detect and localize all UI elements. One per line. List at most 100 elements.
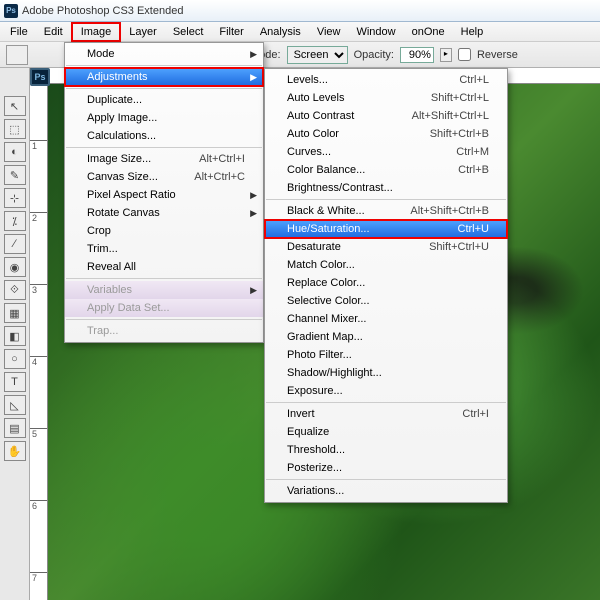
menu-help[interactable]: Help	[453, 24, 492, 40]
menu-item[interactable]: Auto LevelsShift+Ctrl+L	[265, 89, 507, 107]
tool-button[interactable]: ✋	[4, 441, 26, 461]
submenu-arrow-icon: ▶	[250, 208, 257, 219]
menu-item[interactable]: Gradient Map...	[265, 328, 507, 346]
menu-item[interactable]: Reveal All	[65, 258, 263, 276]
menu-item-label: Photo Filter...	[287, 349, 489, 361]
tool-preset-button[interactable]	[6, 45, 28, 65]
menu-item-label: Rotate Canvas	[87, 207, 245, 219]
menu-item[interactable]: Match Color...	[265, 256, 507, 274]
menu-item[interactable]: Black & White...Alt+Shift+Ctrl+B	[265, 202, 507, 220]
menu-item[interactable]: DesaturateShift+Ctrl+U	[265, 238, 507, 256]
menu-item[interactable]: Levels...Ctrl+L	[265, 71, 507, 89]
menu-item[interactable]: Trim...	[65, 240, 263, 258]
menu-item[interactable]: Auto ContrastAlt+Shift+Ctrl+L	[265, 107, 507, 125]
menu-item[interactable]: Shadow/Highlight...	[265, 364, 507, 382]
menu-item-label: Auto Contrast	[287, 110, 412, 122]
menu-item[interactable]: Duplicate...	[65, 91, 263, 109]
menu-item[interactable]: Brightness/Contrast...	[265, 179, 507, 197]
mode-select[interactable]: Screen	[287, 46, 348, 64]
tool-button[interactable]: ▦	[4, 303, 26, 323]
menu-item[interactable]: Photo Filter...	[265, 346, 507, 364]
tool-button[interactable]: ⁒	[4, 211, 26, 231]
menu-item[interactable]: Selective Color...	[265, 292, 507, 310]
tool-button[interactable]: ⬚	[4, 119, 26, 139]
menu-item[interactable]: Canvas Size...Alt+Ctrl+C	[65, 168, 263, 186]
menu-analysis[interactable]: Analysis	[252, 24, 309, 40]
menu-item[interactable]: Mode▶	[65, 45, 263, 63]
menu-item[interactable]: Curves...Ctrl+M	[265, 143, 507, 161]
submenu-arrow-icon: ▶	[250, 72, 257, 83]
menu-item-label: Invert	[287, 408, 462, 420]
menu-item[interactable]: InvertCtrl+I	[265, 405, 507, 423]
menu-item[interactable]: Adjustments ▶	[65, 68, 263, 86]
menu-view[interactable]: View	[309, 24, 349, 40]
menu-image[interactable]: Image	[71, 22, 122, 42]
menu-layer[interactable]: Layer	[121, 24, 165, 40]
menu-item[interactable]: Image Size...Alt+Ctrl+I	[65, 150, 263, 168]
opacity-arrow-icon[interactable]: ▸	[440, 48, 452, 62]
menu-item[interactable]: Crop	[65, 222, 263, 240]
menu-item-label: Color Balance...	[287, 164, 458, 176]
menu-item[interactable]: Threshold...	[265, 441, 507, 459]
menu-item-label: Apply Data Set...	[87, 302, 245, 314]
menu-item-label: Calculations...	[87, 130, 245, 142]
menu-filter[interactable]: Filter	[211, 24, 251, 40]
tool-button[interactable]: ↖	[4, 96, 26, 116]
submenu-arrow-icon: ▶	[250, 190, 257, 201]
menu-separator	[66, 88, 262, 89]
menu-item[interactable]: Apply Image...	[65, 109, 263, 127]
tool-button[interactable]: ○	[4, 349, 26, 369]
menu-item[interactable]: Hue/Saturation...Ctrl+U	[265, 220, 507, 238]
image-menu-dropdown: Mode▶Adjustments▶Duplicate...Apply Image…	[64, 42, 264, 343]
tool-button[interactable]: ⊹	[4, 188, 26, 208]
menu-item[interactable]: Replace Color...	[265, 274, 507, 292]
menu-separator	[66, 65, 262, 66]
menu-shortcut: Ctrl+M	[456, 146, 489, 158]
tool-button[interactable]: ▤	[4, 418, 26, 438]
menu-item[interactable]: Pixel Aspect Ratio▶	[65, 186, 263, 204]
menu-item[interactable]: Exposure...	[265, 382, 507, 400]
menu-onone[interactable]: onOne	[404, 24, 453, 40]
opacity-input[interactable]	[400, 47, 434, 63]
menu-item-label: Variables	[87, 284, 245, 296]
reverse-checkbox[interactable]	[458, 48, 471, 61]
menu-item-label: Adjustments	[87, 71, 245, 83]
app-title: Adobe Photoshop CS3 Extended	[22, 5, 183, 17]
menu-item: Trap...	[65, 322, 263, 340]
menu-select[interactable]: Select	[165, 24, 212, 40]
menu-item[interactable]: Auto ColorShift+Ctrl+B	[265, 125, 507, 143]
tool-button[interactable]: ⟐	[4, 280, 26, 300]
menu-window[interactable]: Window	[348, 24, 403, 40]
tool-button[interactable]: ◺	[4, 395, 26, 415]
menu-item[interactable]: Calculations...	[65, 127, 263, 145]
tool-button[interactable]: ◉	[4, 257, 26, 277]
menu-shortcut: Shift+Ctrl+L	[431, 92, 489, 104]
ruler-tick: 1	[30, 140, 47, 151]
adjustments-submenu-dropdown: Levels...Ctrl+LAuto LevelsShift+Ctrl+LAu…	[264, 68, 508, 503]
menu-item-label: Selective Color...	[287, 295, 489, 307]
menu-item-label: Match Color...	[287, 259, 489, 271]
menu-bar[interactable]: FileEditImageLayerSelectFilterAnalysisVi…	[0, 22, 600, 42]
tool-button[interactable]: ◧	[4, 326, 26, 346]
menu-edit[interactable]: Edit	[36, 24, 71, 40]
tool-button[interactable]: ∕	[4, 234, 26, 254]
menu-shortcut: Ctrl+L	[459, 74, 489, 86]
menu-shortcut: Alt+Ctrl+I	[199, 153, 245, 165]
menu-item[interactable]: Channel Mixer...	[265, 310, 507, 328]
menu-item[interactable]: Rotate Canvas ▶	[65, 204, 263, 222]
menu-item[interactable]: Posterize...	[265, 459, 507, 477]
menu-shortcut: Ctrl+I	[462, 408, 489, 420]
menu-item[interactable]: Equalize	[265, 423, 507, 441]
tool-button[interactable]: T	[4, 372, 26, 392]
menu-item-label: Apply Image...	[87, 112, 245, 124]
menu-item-label: Channel Mixer...	[287, 313, 489, 325]
menu-item-label: Mode	[87, 48, 245, 60]
ruler-tick: 6	[30, 500, 47, 511]
ps-badge-icon: Ps	[30, 68, 50, 86]
menu-item[interactable]: Color Balance...Ctrl+B	[265, 161, 507, 179]
menu-item[interactable]: Variations...	[265, 482, 507, 500]
menu-file[interactable]: File	[2, 24, 36, 40]
tool-button[interactable]: ◐	[4, 142, 26, 162]
menu-separator	[66, 278, 262, 279]
tool-button[interactable]: ✎	[4, 165, 26, 185]
